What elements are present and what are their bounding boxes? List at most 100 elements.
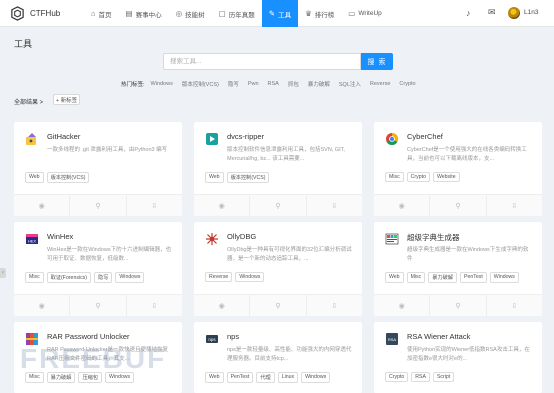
tool-card[interactable]: CyberChef CyberChef是一个使用强大的在线各类编码转换工具，当前也… <box>374 122 542 216</box>
username[interactable]: L1n3 <box>524 9 538 16</box>
nav-item-writeup[interactable]: ▭ WriteUp <box>341 0 388 27</box>
nav-item-skill-tree[interactable]: ◎ 技能树 <box>169 0 212 27</box>
nav-item-tools[interactable]: ✎ 工具 <box>261 0 299 27</box>
tool-tag[interactable]: 版本控制(VCS) <box>226 172 270 183</box>
tool-tag[interactable]: Web <box>385 272 404 283</box>
view-icon[interactable]: ◉ <box>194 195 251 216</box>
hot-tag[interactable]: Windows <box>151 81 173 87</box>
cyberchef-icon <box>385 132 399 146</box>
download-icon[interactable]: ⇩ <box>127 195 182 216</box>
link-icon[interactable]: ⚲ <box>70 295 127 316</box>
bell-icon[interactable]: ♪ <box>466 8 471 18</box>
search-button[interactable]: 搜 索 <box>361 53 393 70</box>
tool-tag[interactable]: Crypto <box>385 372 409 382</box>
download-icon[interactable]: ⇩ <box>487 195 542 216</box>
tool-name[interactable]: OllyDBG <box>227 232 256 241</box>
tool-description: WinHex是一款在Windows下的十六进制编辑器，也可用于取证、数据恢复，低… <box>47 247 172 262</box>
tool-tag[interactable]: Reverse <box>205 272 233 282</box>
card-actions: ◉ ⚲ ⇩ <box>194 294 362 316</box>
nav-item-calendar[interactable]: ▤ 赛事中心 <box>119 0 169 27</box>
tool-tag[interactable]: 取证(Forensics) <box>46 272 91 283</box>
view-icon[interactable]: ◉ <box>374 295 431 316</box>
tool-tag[interactable]: 暴力破解 <box>428 272 458 283</box>
tool-tag[interactable]: Web <box>205 172 224 183</box>
card-actions: ◉ ⚲ ⇩ <box>374 294 542 316</box>
tool-tag[interactable]: Misc <box>406 272 426 283</box>
tool-description: CyberChef是一个使用强大的在线各类编码转换工具，当前也可以下载离线版本，… <box>407 147 527 162</box>
tool-card[interactable]: 超级字典生成器 超级字典生成器是一款在Windows下生成字典的软件 Web Misc… <box>374 222 542 316</box>
tool-name[interactable]: WinHex <box>47 232 73 241</box>
tool-tag[interactable]: Windows <box>235 272 265 282</box>
hot-tag[interactable]: 隐写 <box>228 80 239 88</box>
tool-tag[interactable]: Misc <box>385 172 404 182</box>
hot-tag[interactable]: Reverse <box>370 81 390 87</box>
tool-name[interactable]: nps <box>227 332 239 341</box>
ctfhub-logo-icon[interactable] <box>10 6 25 21</box>
tool-name[interactable]: GitHacker <box>47 132 80 141</box>
tool-tag[interactable]: Windows <box>115 272 145 283</box>
nav-item-label: 技能树 <box>185 11 205 19</box>
hot-tag[interactable]: 抓包 <box>288 80 299 88</box>
download-icon[interactable]: ⇩ <box>487 295 542 316</box>
tool-card[interactable]: nps nps nps是一款轻量级、高性能、功能强大的内网穿透代理服务器。目前支持t… <box>194 322 362 393</box>
view-icon[interactable]: ◉ <box>14 295 71 316</box>
nav-item-trophy[interactable]: ♛ 排行榜 <box>298 0 341 27</box>
tool-tag[interactable]: Script <box>432 372 455 382</box>
tool-tag[interactable]: PenTest <box>460 272 487 283</box>
new-tag-button[interactable]: + 新标签 <box>53 94 80 105</box>
tool-card[interactable]: OllyDBG OllyDbg是一种具有可视化界面的32位汇编分析调试器，是一个新… <box>194 222 362 316</box>
tool-name[interactable]: RSA Wiener Attack <box>407 332 470 341</box>
view-icon[interactable]: ◉ <box>374 195 431 216</box>
nav-item-home[interactable]: ⌂ 首页 <box>84 0 119 27</box>
tool-card[interactable]: GitHacker 一款多线程的 .git 泄露利用工具，由Python3 编写 W… <box>14 122 182 216</box>
tool-tag[interactable]: 隐写 <box>94 272 113 283</box>
link-icon[interactable]: ⚲ <box>430 295 487 316</box>
nav-item-history[interactable]: ▢ 历年真题 <box>212 0 262 27</box>
tool-tag[interactable]: Misc <box>25 272 44 283</box>
nav-item-label: 历年真题 <box>228 11 255 19</box>
link-icon[interactable]: ⚲ <box>250 295 307 316</box>
collapse-handle[interactable]: ‹ <box>0 268 6 278</box>
mail-icon[interactable]: ✉ <box>488 7 496 18</box>
download-icon[interactable]: ⇩ <box>307 195 362 216</box>
tool-tag[interactable]: Web <box>205 372 224 383</box>
view-icon[interactable]: ◉ <box>194 295 251 316</box>
tool-card[interactable]: dvcs-ripper 版本控制软件信息泄露利用工具，包括SVN, GIT, Me… <box>194 122 362 216</box>
tool-tag[interactable]: Website <box>432 172 460 182</box>
tool-tag[interactable]: Web <box>25 172 44 183</box>
tool-card[interactable]: RSA RSA Wiener Attack 使用Python实现的Wiener低指数… <box>374 322 542 393</box>
download-icon[interactable]: ⇩ <box>127 295 182 316</box>
hot-tag[interactable]: SQL注入 <box>339 80 361 88</box>
tool-name[interactable]: RAR Password Unlocker <box>47 332 130 341</box>
tool-name[interactable]: 超级字典生成器 <box>407 232 460 243</box>
hot-tag[interactable]: 暴力破解 <box>308 80 330 88</box>
view-icon[interactable]: ◉ <box>14 195 71 216</box>
tool-tag[interactable]: 版本控制(VCS) <box>46 172 90 183</box>
tool-tags: Misc Crypto Website <box>385 172 463 182</box>
tool-tag[interactable]: 代理 <box>256 372 275 383</box>
hot-tag[interactable]: 版本控制(VCS) <box>182 80 219 88</box>
results-filter-label[interactable]: 全部结果 > <box>14 97 43 106</box>
hot-tag[interactable]: Crypto <box>399 81 415 87</box>
tool-tag[interactable]: Crypto <box>406 172 430 182</box>
tool-tag[interactable]: Linux <box>277 372 299 383</box>
tool-name[interactable]: dvcs-ripper <box>227 132 264 141</box>
tool-tag[interactable]: PenTest <box>226 372 254 383</box>
link-icon[interactable]: ⚲ <box>250 195 307 216</box>
tool-description: OllyDbg是一种具有可视化界面的32位汇编分析调试器，是一个新的动态追踪工具… <box>227 247 352 262</box>
avatar[interactable] <box>508 7 520 19</box>
download-icon[interactable]: ⇩ <box>307 295 362 316</box>
tool-card[interactable]: HEX WinHex WinHex是一款在Windows下的十六进制编辑器，也可用于… <box>14 222 182 316</box>
tool-tag[interactable]: RSA <box>411 372 430 382</box>
tool-tag[interactable]: Windows <box>301 372 331 383</box>
tool-tag[interactable]: Windows <box>489 272 519 283</box>
search-input[interactable] <box>163 53 361 70</box>
brand-name[interactable]: CTFHub <box>30 9 60 18</box>
tool-name[interactable]: CyberChef <box>407 132 443 141</box>
hot-tag[interactable]: RSA <box>268 81 279 87</box>
hot-tag[interactable]: Pwn <box>248 81 259 87</box>
link-icon[interactable]: ⚲ <box>430 195 487 216</box>
tool-tags: Web 版本控制(VCS) <box>25 172 92 183</box>
svg-text:HEX: HEX <box>28 239 37 244</box>
link-icon[interactable]: ⚲ <box>70 195 127 216</box>
